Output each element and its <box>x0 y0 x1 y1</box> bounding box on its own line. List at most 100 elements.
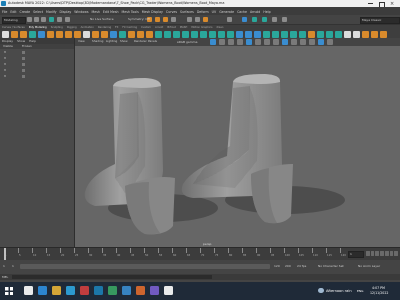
shelf-tool-icon[interactable] <box>245 31 252 38</box>
weather-icon[interactable] <box>318 288 324 293</box>
shelf-tool-icon[interactable] <box>227 31 234 38</box>
viewport-tool-icon[interactable] <box>237 39 243 45</box>
status-tool-icon[interactable] <box>41 17 46 22</box>
shelf-tool-icon[interactable] <box>101 31 108 38</box>
shelf-tool-icon[interactable] <box>200 31 207 38</box>
outliner-row[interactable]: V <box>0 62 74 67</box>
shelf-tab-8[interactable]: Custom <box>141 26 151 30</box>
status-tool-icon[interactable] <box>227 17 232 22</box>
taskbar-app-icon[interactable] <box>122 286 131 295</box>
menu-uv[interactable]: UV <box>212 10 217 14</box>
clock-time[interactable]: 4:07 PM <box>372 286 385 290</box>
shelf-tool-icon[interactable] <box>335 31 342 38</box>
playback-button[interactable] <box>380 251 384 256</box>
menu-curves[interactable]: Curves <box>166 10 177 14</box>
menu-mesh-display[interactable]: Mesh Display <box>142 10 163 14</box>
menu-edit[interactable]: Edit <box>10 10 16 14</box>
range-slider-bar[interactable] <box>20 264 270 269</box>
lang-label[interactable]: ENG <box>357 289 363 293</box>
outliner-row[interactable]: V <box>0 56 74 61</box>
clock-date[interactable]: 12/11/2022 <box>370 291 388 295</box>
gamma-label[interactable]: sRGB gamma <box>177 40 197 44</box>
shelf-tool-icon[interactable] <box>56 31 63 38</box>
taskbar-app-icon[interactable] <box>108 286 117 295</box>
menu-select[interactable]: Select <box>33 10 43 14</box>
status-tool-icon[interactable] <box>252 17 257 22</box>
mode-dropdown[interactable]: Modeling <box>2 17 26 24</box>
close-button[interactable]: × <box>390 1 394 7</box>
shelf-tool-icon[interactable] <box>263 31 270 38</box>
viewport-tool-icon[interactable] <box>327 39 333 45</box>
time-slider[interactable]: 1 5 10 15 20 25 30 35 40 45 50 55 60 65 70 75 80 85 90 95 10… <box>0 247 400 261</box>
panel-menu-show[interactable]: Show <box>17 39 25 43</box>
menu-surfaces[interactable]: Surfaces <box>180 10 194 14</box>
playback-start[interactable]: 1 <box>12 265 14 268</box>
shelf-tool-icon[interactable] <box>29 31 36 38</box>
menu-arnold[interactable]: Arnold <box>250 10 260 14</box>
shelf-tool-icon[interactable] <box>272 31 279 38</box>
visibility-flag[interactable]: V <box>4 69 6 72</box>
status-tool-icon[interactable] <box>65 17 70 22</box>
visibility-flag[interactable]: V <box>4 75 6 78</box>
taskbar-app-icon[interactable] <box>150 286 159 295</box>
taskbar-app-icon[interactable] <box>24 286 33 295</box>
shelf-tool-icon[interactable] <box>281 31 288 38</box>
symmetry-label[interactable]: Symmetry: Off <box>128 18 150 21</box>
shelf-tool-icon[interactable] <box>146 31 153 38</box>
status-tool-icon[interactable] <box>155 17 160 22</box>
shelf-tool-icon[interactable] <box>218 31 225 38</box>
status-tool-icon[interactable] <box>57 17 62 22</box>
shelf-tool-icon[interactable] <box>164 31 171 38</box>
outliner-row[interactable]: V <box>0 50 74 55</box>
boots-model[interactable]: persp <box>75 46 400 247</box>
taskbar-app-icon[interactable] <box>80 286 89 295</box>
menu-modify[interactable]: Modify <box>46 10 57 14</box>
shelf-tool-icon[interactable] <box>353 31 360 38</box>
shelf-tool-icon[interactable] <box>182 31 189 38</box>
viewport-tool-icon[interactable] <box>246 39 252 45</box>
shelf-tab-2[interactable]: Sculpting <box>51 26 63 30</box>
shelf-tab-12[interactable]: Motion Graphics <box>191 26 212 30</box>
taskbar-app-icon[interactable] <box>164 286 173 295</box>
viewport-tool-icon[interactable] <box>300 39 306 45</box>
menu-help[interactable]: Help <box>263 10 270 14</box>
viewport-tool-icon[interactable] <box>210 39 216 45</box>
menu-mesh[interactable]: Mesh <box>92 10 100 14</box>
status-tool-icon[interactable] <box>171 17 176 22</box>
viewport-menu-renderer[interactable]: Renderer <box>134 39 147 43</box>
shelf-tab-6[interactable]: FX <box>115 26 118 30</box>
status-tool-icon[interactable] <box>272 17 277 22</box>
character-set-label[interactable]: No Character Set <box>318 265 344 268</box>
shelf-tab-13[interactable]: XGen <box>216 26 223 30</box>
shelf-tab-7[interactable]: FX Caching <box>122 26 137 30</box>
menu-deform[interactable]: Deform <box>197 10 209 14</box>
workspace-dropdown[interactable]: Maya Classic <box>360 17 400 24</box>
status-tool-icon[interactable] <box>242 17 247 22</box>
playback-button[interactable] <box>384 251 389 256</box>
status-tool-icon[interactable] <box>49 17 54 22</box>
viewport-tool-icon[interactable] <box>264 39 270 45</box>
command-input[interactable] <box>12 275 212 279</box>
status-tool-icon[interactable] <box>163 17 168 22</box>
viewport-tool-icon[interactable] <box>291 39 297 45</box>
frozen-flag[interactable] <box>22 51 25 54</box>
taskbar-app-icon[interactable] <box>136 286 145 295</box>
start-icon[interactable] <box>5 287 13 295</box>
status-tool-icon[interactable] <box>262 17 267 22</box>
shelf-tab-4[interactable]: Animation <box>81 26 94 30</box>
shelf-tab-5[interactable]: Rendering <box>98 26 111 30</box>
visibility-flag[interactable]: V <box>4 57 6 60</box>
shelf-tool-icon[interactable] <box>65 31 72 38</box>
minimize-button[interactable] <box>368 3 373 4</box>
anim-layer-label[interactable]: No Anim Layer <box>358 265 380 268</box>
viewport-tool-icon[interactable] <box>282 39 288 45</box>
shelf-tab-1[interactable]: Poly Modeling <box>29 26 47 30</box>
current-frame-field[interactable]: 1 <box>348 251 364 258</box>
viewport-menu-panels[interactable]: Panels <box>148 39 157 43</box>
fps-label[interactable]: 24 fps <box>297 265 306 268</box>
visibility-flag[interactable]: V <box>4 63 6 66</box>
shelf-tab-11[interactable]: MASH <box>180 26 188 30</box>
menu-generate[interactable]: Generate <box>219 10 234 14</box>
playback-button[interactable] <box>394 251 399 256</box>
shelf-tab-0[interactable]: Curves / Surfaces <box>2 26 25 30</box>
